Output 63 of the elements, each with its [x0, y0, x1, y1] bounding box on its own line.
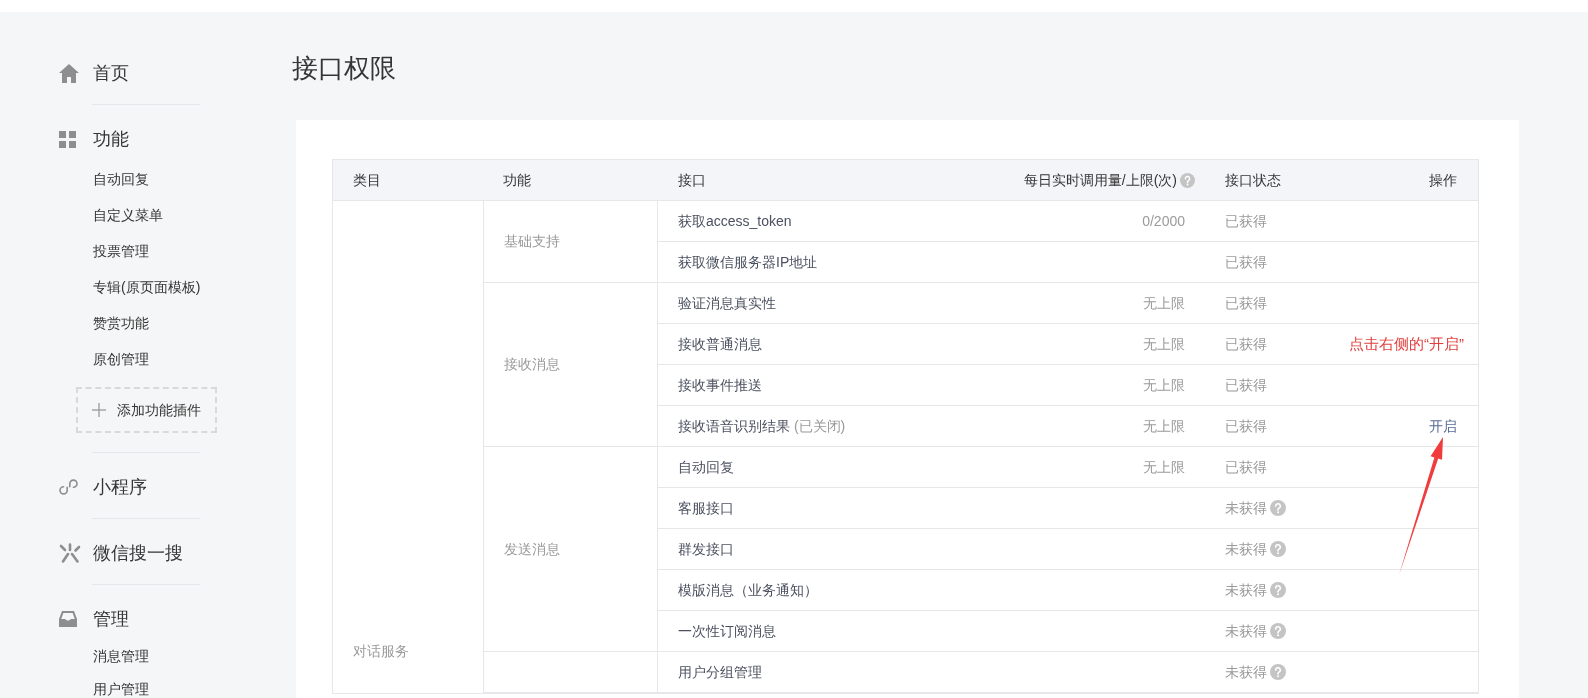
page-title: 接口权限: [292, 52, 396, 85]
status-text: 未获得: [1225, 539, 1267, 559]
interface-name: 接收事件推送: [678, 375, 762, 395]
interface-name: 客服接口: [678, 498, 734, 518]
status-text: 未获得: [1225, 621, 1267, 641]
column-header: 接口: [678, 170, 706, 190]
interface-name: 自动回复: [678, 457, 734, 477]
interface-name: 模版消息（业务通知）: [678, 580, 818, 600]
sidebar-subitem[interactable]: 投票管理: [93, 243, 149, 259]
status-text: 未获得: [1225, 580, 1267, 600]
linked-loops-icon: [59, 479, 78, 495]
status-text: 未获得: [1225, 662, 1267, 682]
status-text: 已获得: [1225, 416, 1267, 436]
quota-value: 0/2000: [1142, 211, 1185, 231]
quota-value: 无上限: [1143, 457, 1185, 477]
sidebar-subitem[interactable]: 自定义菜单: [93, 207, 163, 223]
category-name: 对话服务: [353, 643, 409, 659]
function-name: 基础支持: [504, 232, 560, 251]
sidebar-item[interactable]: 小程序: [93, 475, 147, 499]
status-text: 已获得: [1225, 252, 1267, 272]
column-header: 功能: [503, 170, 531, 190]
sidebar-subitem[interactable]: 专辑(原页面模板): [93, 279, 201, 295]
column-header: 类目: [353, 170, 381, 190]
interface-name: 验证消息真实性: [678, 293, 776, 313]
column-header: 操作: [1429, 170, 1457, 190]
sidebar-subitem[interactable]: 赞赏功能: [93, 315, 149, 331]
sidebar-subitem[interactable]: 消息管理: [93, 647, 149, 664]
status-text: 已获得: [1225, 334, 1267, 354]
interface-name: 获取access_token: [678, 211, 792, 231]
function-name: 发送消息: [504, 539, 560, 559]
sidebar-item[interactable]: 微信搜一搜: [93, 541, 183, 565]
interface-name: 接收普通消息: [678, 334, 762, 354]
enable-link[interactable]: 开启: [1429, 415, 1457, 437]
sidebar-subitem[interactable]: 自动回复: [93, 171, 149, 187]
add-plugin-button[interactable]: 添加功能插件: [76, 387, 217, 433]
plus-icon: [92, 403, 106, 417]
status-text: 已获得: [1225, 375, 1267, 395]
quota-value: 无上限: [1143, 375, 1185, 395]
interface-name: 群发接口: [678, 539, 734, 559]
home-icon: [59, 63, 79, 83]
quota-value: 无上限: [1143, 416, 1185, 436]
interface-name: 用户分组管理: [678, 662, 762, 682]
status-text: 未获得: [1225, 498, 1267, 518]
sidebar-item[interactable]: 管理: [93, 607, 129, 631]
function-name: 接收消息: [504, 355, 560, 374]
sidebar-item[interactable]: 首页: [93, 61, 129, 85]
sidebar-subitem[interactable]: 原创管理: [93, 351, 149, 367]
status-text: 已获得: [1225, 457, 1267, 477]
burst-icon: [59, 543, 82, 563]
inbox-icon: [59, 611, 77, 627]
interface-name: 接收语音识别结果 (已关闭): [678, 416, 846, 436]
quota-value: 无上限: [1143, 334, 1185, 354]
sidebar-subitem[interactable]: 用户管理: [93, 680, 149, 697]
column-header: 每日实时调用量/上限(次): [1023, 170, 1177, 190]
status-text: 已获得: [1225, 211, 1267, 231]
interface-name: 获取微信服务器IP地址: [678, 252, 818, 272]
status-text: 已获得: [1225, 293, 1267, 313]
annotation-text: 点击右侧的“开启”: [1349, 334, 1464, 354]
grid-icon: [59, 130, 76, 148]
interface-name: 一次性订阅消息: [678, 621, 776, 641]
column-header: 接口状态: [1225, 170, 1281, 190]
quota-value: 无上限: [1143, 293, 1185, 313]
sidebar-item[interactable]: 功能: [93, 127, 129, 151]
